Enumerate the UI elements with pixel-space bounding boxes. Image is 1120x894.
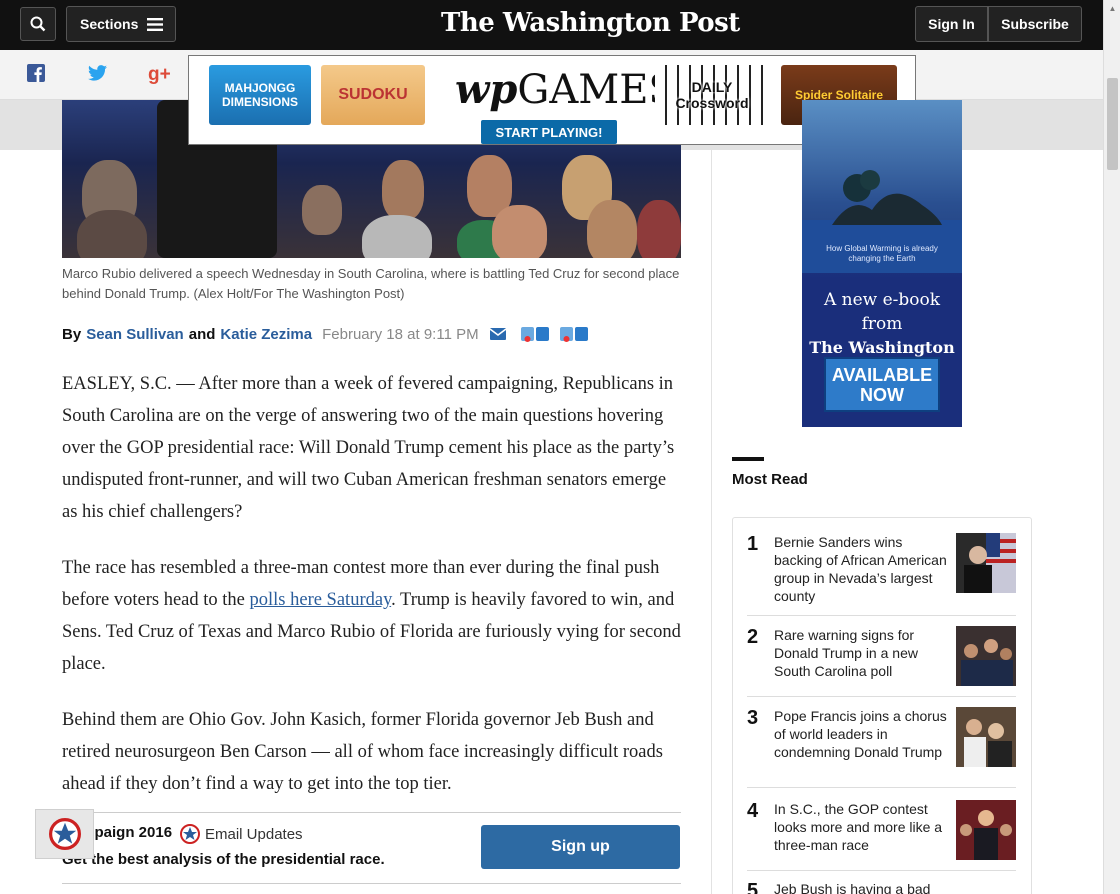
sign-in-button[interactable]: Sign In	[915, 6, 988, 42]
hamburger-menu-icon	[147, 17, 164, 31]
newsletter-signup-button[interactable]: Sign up	[481, 825, 680, 869]
campaign-star-badge-icon	[48, 818, 81, 850]
most-read-thumbnail[interactable]	[956, 533, 1016, 593]
most-read-headline[interactable]: Jeb Bush is having a bad	[774, 880, 949, 894]
article-paragraph-2: The race has resembled a three-man conte…	[62, 558, 681, 674]
subscribe-button[interactable]: Subscribe	[988, 6, 1082, 42]
most-read-separator	[747, 615, 1016, 616]
ad-tile-daily-crossword[interactable]: DAILY Crossword	[655, 65, 769, 125]
ad-tile-mahjongg[interactable]: MAHJONGG DIMENSIONS	[209, 65, 311, 125]
most-read-separator	[747, 870, 1016, 871]
most-read-headline[interactable]: In S.C., the GOP contest looks more and …	[774, 800, 949, 854]
sections-button[interactable]: Sections	[66, 6, 176, 42]
author2-twitter-icon[interactable]	[559, 325, 588, 343]
twitter-share-icon[interactable]	[88, 64, 107, 87]
author-link-sean-sullivan[interactable]: Sean Sullivan	[86, 326, 184, 343]
scroll-up-arrow-icon[interactable]: ▲	[1104, 0, 1120, 17]
byline-and: and	[188, 325, 216, 343]
most-read-headline[interactable]: Pope Francis joins a chorus of world lea…	[774, 707, 949, 761]
vertical-scrollbar[interactable]: ▲	[1103, 0, 1120, 894]
newsletter-divider-bottom	[62, 883, 681, 884]
newsletter-subtitle: Get the best analysis of the presidentia…	[62, 851, 385, 868]
article-paragraph-3: Behind them are Ohio Gov. John Kasich, f…	[62, 710, 663, 794]
most-read-headline[interactable]: Rare warning signs for Donald Trump in a…	[774, 626, 949, 680]
sections-label: Sections	[80, 16, 139, 32]
start-playing-button[interactable]: START PLAYING!	[481, 120, 617, 144]
facebook-share-icon[interactable]	[27, 64, 45, 88]
top-navigation-bar: Sections The Washington Post Sign In Sub…	[0, 0, 1103, 50]
most-read-thumbnail[interactable]	[956, 707, 1016, 767]
campaign-star-icon	[180, 824, 200, 844]
newsletter-email-updates: Email Updates	[180, 824, 303, 844]
most-read-thumbnail[interactable]	[956, 626, 1016, 686]
most-read-title: Most Read	[732, 471, 808, 488]
most-read-number: 1	[747, 533, 759, 555]
byline: By Sean Sullivan and Katie Zezima Februa…	[62, 325, 588, 343]
ebook-tagline: How Global Warming is already changing t…	[826, 244, 938, 263]
most-read-separator	[747, 696, 1016, 697]
search-button[interactable]	[20, 7, 56, 41]
most-read-number: 5	[747, 880, 759, 894]
email-author-icon[interactable]	[489, 328, 506, 340]
available-now-button[interactable]: AVAILABLE NOW	[824, 357, 940, 412]
floating-campaign-badge[interactable]	[35, 809, 94, 859]
email-updates-label: Email Updates	[205, 825, 303, 843]
scrollbar-thumb[interactable]	[1107, 78, 1118, 170]
most-read-thumbnail[interactable]	[956, 800, 1016, 860]
polls-link[interactable]: polls here Saturday	[250, 590, 392, 610]
photo-caption: Marco Rubio delivered a speech Wednesday…	[62, 266, 680, 301]
washington-post-logo[interactable]: The Washington Post	[441, 8, 740, 38]
most-read-number: 4	[747, 800, 759, 822]
wp-games-logo: wpGAMES	[455, 66, 676, 113]
search-icon	[30, 16, 46, 32]
publish-date: February 18 at 9:11 PM	[322, 325, 479, 343]
most-read-headline[interactable]: Bernie Sanders wins backing of African A…	[774, 533, 949, 605]
ad-tile-sudoku[interactable]: SUDOKU	[321, 65, 425, 125]
googleplus-share-icon[interactable]: g+	[148, 64, 171, 86]
article-paragraph-1: EASLEY, S.C. — After more than a week of…	[62, 374, 675, 522]
most-read-number: 2	[747, 626, 759, 648]
most-read-accent-bar	[732, 457, 764, 461]
author-link-katie-zezima[interactable]: Katie Zezima	[220, 326, 312, 343]
author1-twitter-icon[interactable]	[520, 325, 549, 343]
rail-divider	[711, 150, 712, 894]
newsletter-divider-top	[62, 812, 681, 813]
byline-by: By	[62, 325, 82, 343]
most-read-separator	[747, 787, 1016, 788]
most-read-number: 3	[747, 707, 759, 729]
ebook-advertisement[interactable]: How Global Warming is already changing t…	[802, 100, 962, 427]
